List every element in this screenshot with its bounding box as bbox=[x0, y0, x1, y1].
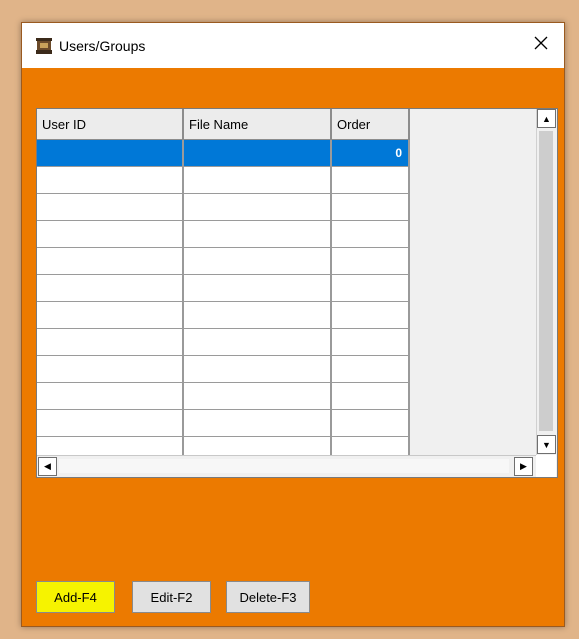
table-row[interactable]: 0 bbox=[37, 140, 410, 167]
edit-button[interactable]: Edit-F2 bbox=[132, 581, 211, 613]
table-row[interactable] bbox=[37, 356, 410, 383]
table-row[interactable] bbox=[37, 167, 410, 194]
column-header-order[interactable]: Order bbox=[332, 109, 410, 140]
arrow-down-icon: ▼ bbox=[542, 439, 551, 450]
table-row[interactable] bbox=[37, 410, 410, 437]
add-button[interactable]: Add-F4 bbox=[36, 581, 115, 613]
table-row[interactable] bbox=[37, 248, 410, 275]
stage-icon bbox=[35, 37, 53, 55]
column-divider bbox=[330, 140, 332, 455]
arrow-up-icon: ▲ bbox=[542, 113, 551, 124]
cell-order[interactable] bbox=[332, 356, 402, 383]
table-row[interactable] bbox=[37, 221, 410, 248]
close-icon bbox=[534, 36, 548, 55]
column-divider bbox=[182, 140, 184, 455]
close-button[interactable] bbox=[518, 23, 564, 68]
cell-order[interactable] bbox=[332, 194, 402, 221]
table-row[interactable] bbox=[37, 437, 410, 455]
scroll-down-button[interactable]: ▼ bbox=[537, 435, 556, 454]
cell-order[interactable] bbox=[332, 383, 402, 410]
arrow-left-icon: ◀ bbox=[44, 461, 51, 471]
column-divider bbox=[408, 140, 410, 455]
cell-order[interactable] bbox=[332, 329, 402, 356]
cell-order[interactable] bbox=[332, 221, 402, 248]
table-row[interactable] bbox=[37, 275, 410, 302]
column-header-file-name[interactable]: File Name bbox=[184, 109, 332, 140]
scroll-up-button[interactable]: ▲ bbox=[537, 109, 556, 128]
horizontal-scrollbar[interactable]: ◀ ▶ bbox=[37, 455, 536, 477]
table-row[interactable] bbox=[37, 383, 410, 410]
cell-order[interactable] bbox=[332, 167, 402, 194]
table-row[interactable] bbox=[37, 194, 410, 221]
cell-order[interactable] bbox=[332, 437, 402, 455]
users-grid[interactable]: User ID File Name Order 0 ▲ ▼ ◀ ▶ bbox=[36, 108, 558, 478]
delete-button[interactable]: Delete-F3 bbox=[226, 581, 310, 613]
arrow-right-icon: ▶ bbox=[520, 461, 527, 471]
column-header-user-id[interactable]: User ID bbox=[37, 109, 184, 140]
scroll-left-button[interactable]: ◀ bbox=[38, 457, 57, 476]
cell-order[interactable] bbox=[332, 302, 402, 329]
grid-body: User ID File Name Order 0 bbox=[37, 109, 410, 455]
vertical-scrollbar[interactable]: ▲ ▼ bbox=[536, 109, 556, 455]
users-groups-window: Users/Groups User ID File Name Order 0 ▲ bbox=[21, 22, 565, 627]
window-title: Users/Groups bbox=[59, 37, 146, 54]
cell-order[interactable]: 0 bbox=[332, 140, 402, 167]
title-bar[interactable]: Users/Groups bbox=[22, 23, 564, 68]
horizontal-scroll-thumb[interactable] bbox=[59, 459, 509, 473]
scroll-right-button[interactable]: ▶ bbox=[514, 457, 533, 476]
vertical-scroll-thumb[interactable] bbox=[539, 131, 553, 431]
scrollbar-corner bbox=[536, 455, 556, 477]
cell-order[interactable] bbox=[332, 275, 402, 302]
cell-order[interactable] bbox=[332, 410, 402, 437]
cell-order[interactable] bbox=[332, 248, 402, 275]
table-row[interactable] bbox=[37, 329, 410, 356]
table-row[interactable] bbox=[37, 302, 410, 329]
